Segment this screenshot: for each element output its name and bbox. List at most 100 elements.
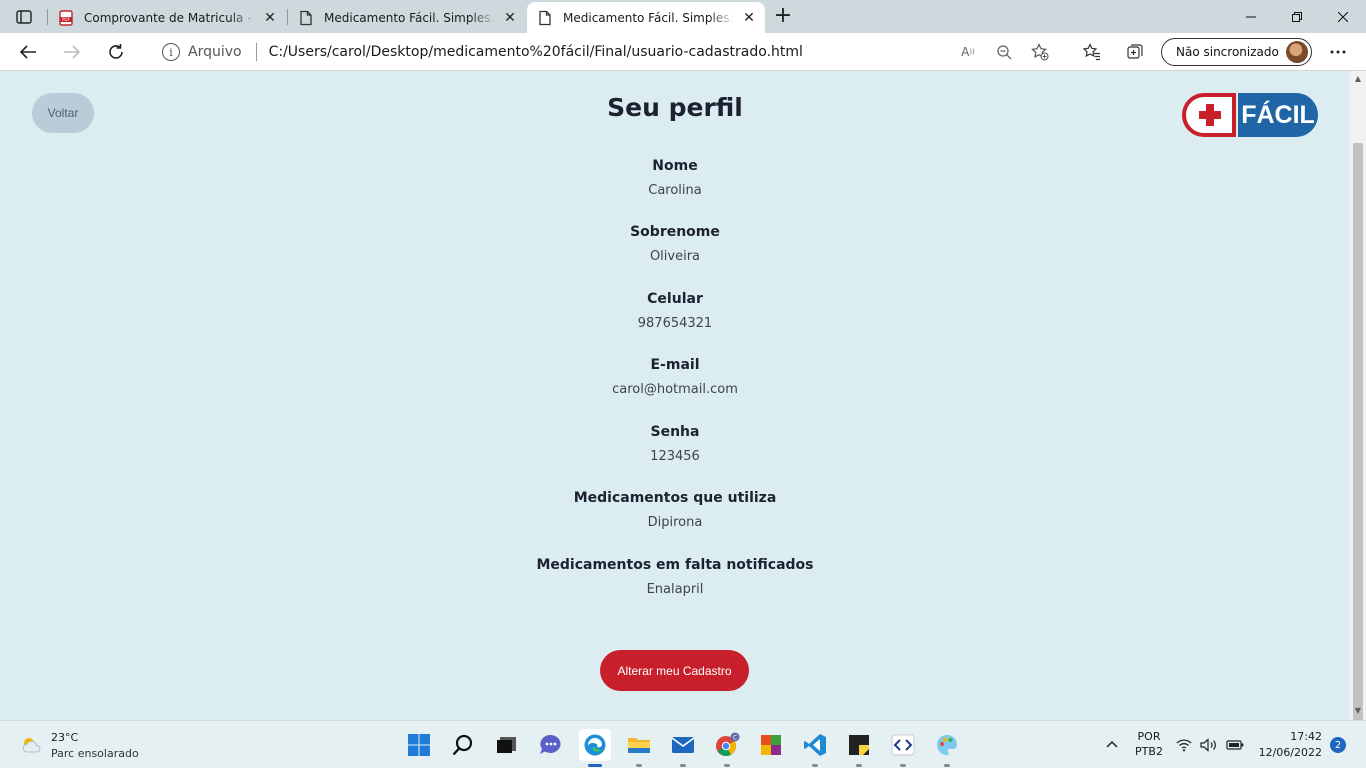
clock-time: 17:42 xyxy=(1290,730,1322,743)
scroll-down-icon[interactable]: ▼ xyxy=(1354,707,1362,715)
language-code: POR xyxy=(1137,730,1161,743)
running-indicator xyxy=(724,764,730,767)
taskbar: 23°C Parc ensolarado C POR PTB2 17:42 12… xyxy=(0,720,1366,768)
clock-date: 12/06/2022 xyxy=(1258,746,1322,759)
browser-toolbar: i Arquivo C:/Users/carol/Desktop/medicam… xyxy=(0,33,1366,71)
field-senha: Senha 123456 xyxy=(0,422,1350,467)
close-icon[interactable]: ✕ xyxy=(741,10,757,26)
profile-sync-button[interactable]: Não sincronizado xyxy=(1161,38,1312,66)
system-tray[interactable] xyxy=(1176,735,1246,755)
field-label: Sobrenome xyxy=(630,224,720,240)
zoom-out-icon[interactable] xyxy=(994,43,1014,61)
more-options-icon[interactable] xyxy=(1322,37,1354,67)
field-value: Enalapril xyxy=(646,582,704,597)
file-explorer-icon[interactable] xyxy=(623,729,655,767)
info-icon[interactable]: i xyxy=(162,43,180,61)
vscode-icon[interactable] xyxy=(799,729,831,767)
field-label: Nome xyxy=(652,158,698,174)
scrollbar-thumb[interactable] xyxy=(1353,143,1363,721)
field-label: Celular xyxy=(647,291,703,307)
scroll-up-icon[interactable]: ▲ xyxy=(1354,75,1362,83)
field-label: Senha xyxy=(650,424,700,440)
field-value: Oliveira xyxy=(649,249,701,264)
tab-comprovante[interactable]: PDF Comprovante de Matricula - Carol ✕ xyxy=(48,2,286,33)
volume-icon[interactable] xyxy=(1200,738,1218,752)
field-sobrenome: Sobrenome Oliveira xyxy=(0,222,1350,267)
field-celular: Celular 987654321 xyxy=(0,289,1350,334)
forward-arrow-icon[interactable] xyxy=(56,37,88,67)
read-aloud-icon[interactable]: A)) xyxy=(958,43,978,61)
chevron-up-icon[interactable] xyxy=(1106,737,1118,751)
tab-strip: PDF Comprovante de Matricula - Carol ✕ M… xyxy=(0,0,1366,33)
field-email: E-mail carol@hotmail.com xyxy=(0,355,1350,400)
close-window-button[interactable] xyxy=(1320,0,1366,33)
back-arrow-icon[interactable] xyxy=(12,37,44,67)
logo-text: FÁCIL xyxy=(1238,93,1318,137)
edge-icon[interactable] xyxy=(579,729,611,767)
tab-medicamento-active[interactable]: Medicamento Fácil. Simples. Rápido ✕ xyxy=(527,2,765,33)
field-value: 987654321 xyxy=(637,316,713,331)
collections-icon[interactable] xyxy=(1119,37,1151,67)
running-indicator xyxy=(944,764,950,767)
address-divider xyxy=(255,43,257,61)
address-url[interactable]: C:/Users/carol/Desktop/medicamento%20fác… xyxy=(269,44,803,60)
page-title: Seu perfil xyxy=(607,93,743,122)
paint-icon[interactable] xyxy=(931,729,963,767)
tab-actions-icon[interactable] xyxy=(8,5,40,29)
tab-title: Medicamento Fácil. Simples. Rápido xyxy=(563,10,735,25)
field-label: Medicamentos em falta notificados xyxy=(536,557,814,573)
add-favorite-icon[interactable] xyxy=(1030,43,1050,61)
field-medicamentos-falta: Medicamentos em falta notificados Enalap… xyxy=(0,555,1350,600)
logo: FÁCIL xyxy=(1182,93,1318,137)
chrome-icon[interactable]: C xyxy=(711,729,743,767)
language-indicator[interactable]: POR PTB2 xyxy=(1131,729,1167,759)
restore-button[interactable] xyxy=(1274,0,1320,33)
avatar xyxy=(1286,41,1308,63)
new-tab-button[interactable]: + xyxy=(770,4,796,30)
running-indicator xyxy=(680,764,686,767)
running-indicator xyxy=(812,764,818,767)
close-icon[interactable]: ✕ xyxy=(502,10,518,26)
running-indicator xyxy=(636,764,642,767)
battery-icon[interactable] xyxy=(1226,739,1244,751)
search-icon[interactable] xyxy=(447,729,479,761)
wifi-icon[interactable] xyxy=(1176,738,1192,752)
address-bar[interactable]: i Arquivo C:/Users/carol/Desktop/medicam… xyxy=(146,36,1064,68)
clock[interactable]: 17:42 12/06/2022 xyxy=(1252,729,1322,761)
office-icon[interactable] xyxy=(755,729,787,761)
running-indicator xyxy=(856,764,862,767)
running-indicator xyxy=(588,764,602,767)
address-scheme-label: Arquivo xyxy=(188,44,242,60)
task-view-icon[interactable] xyxy=(491,729,523,761)
field-label: Medicamentos que utiliza xyxy=(573,490,777,506)
pdf-icon: PDF xyxy=(59,9,73,26)
svg-text:PDF: PDF xyxy=(62,17,71,22)
edit-profile-button[interactable]: Alterar meu Cadastro xyxy=(600,650,749,691)
weather-widget[interactable]: 23°C Parc ensolarado xyxy=(18,729,168,763)
windows-start-icon[interactable] xyxy=(403,729,435,761)
tab-title: Medicamento Fácil. Simples. Rápido xyxy=(324,10,496,25)
close-icon[interactable]: ✕ xyxy=(262,10,278,26)
running-indicator xyxy=(900,764,906,767)
page-content: Voltar Seu perfil FÁCIL Nome Carolina So… xyxy=(0,71,1350,720)
field-medicamentos-utiliza: Medicamentos que utiliza Dipirona xyxy=(0,488,1350,533)
favorites-icon[interactable] xyxy=(1076,37,1108,67)
weather-temp: 23°C xyxy=(51,731,79,744)
page-icon xyxy=(300,10,312,25)
field-nome: Nome Carolina xyxy=(0,156,1350,201)
field-value: 123456 xyxy=(650,449,700,464)
sticky-notes-icon[interactable] xyxy=(843,729,875,767)
mail-icon[interactable] xyxy=(667,729,699,767)
dev-tools-icon[interactable] xyxy=(887,729,919,767)
minimize-button[interactable] xyxy=(1228,0,1274,33)
keyboard-layout: PTB2 xyxy=(1135,745,1163,758)
page-scrollbar[interactable]: ▲ ▼ xyxy=(1350,71,1366,721)
page-icon xyxy=(539,10,551,25)
chat-icon[interactable] xyxy=(535,729,567,761)
tab-medicamento-1[interactable]: Medicamento Fácil. Simples. Rápido ✕ xyxy=(288,2,526,33)
svg-text:C: C xyxy=(733,734,737,741)
medical-cross-icon xyxy=(1182,93,1236,137)
notification-badge[interactable]: 2 xyxy=(1330,737,1346,753)
refresh-icon[interactable] xyxy=(100,37,132,67)
field-value: carol@hotmail.com xyxy=(612,382,738,397)
